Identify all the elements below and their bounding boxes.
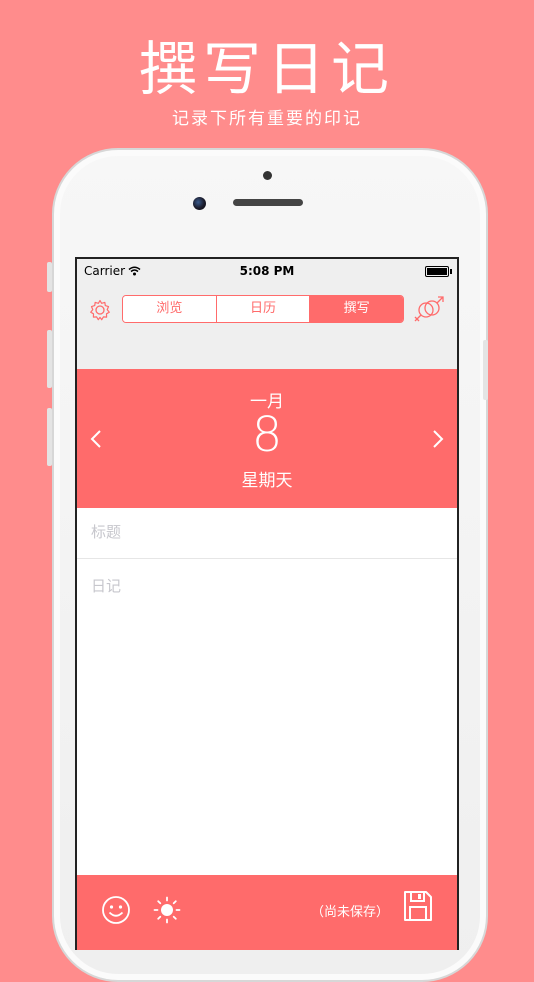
status-time: 5:08 PM (239, 264, 295, 278)
title-input[interactable] (89, 522, 433, 542)
nav-bar: 浏览 日历 撰写 (77, 283, 457, 369)
phone-speaker (233, 199, 303, 206)
title-field-row (77, 508, 457, 559)
gender-icon[interactable] (413, 295, 445, 325)
diary-body-area (77, 559, 457, 875)
day-number: 8 (251, 407, 283, 463)
app-screen: Carrier 5:08 PM 浏览 日历 撰写 一月 8 星期天 标题 日记 … (75, 257, 459, 950)
gear-icon[interactable] (89, 299, 111, 321)
status-bar: Carrier 5:08 PM (77, 259, 457, 283)
phone-volume-down (47, 408, 52, 466)
diary-body-input[interactable] (89, 573, 433, 867)
save-icon[interactable] (403, 890, 433, 922)
battery-icon (425, 266, 452, 277)
save-status-label: （尚未保存） (310, 905, 389, 920)
sun-icon[interactable] (153, 896, 181, 924)
phone-mute-switch (47, 262, 52, 292)
date-header: 一月 8 星期天 (77, 369, 457, 508)
chevron-right-icon[interactable] (431, 429, 445, 449)
weekday-label: 星期天 (241, 471, 293, 491)
phone-camera (193, 197, 206, 210)
phone-sensor (263, 171, 272, 180)
tab-write[interactable]: 撰写 (310, 296, 403, 322)
phone-volume-up (47, 330, 52, 388)
tab-browse[interactable]: 浏览 (123, 296, 217, 322)
phone-power-button (483, 340, 488, 400)
tab-calendar[interactable]: 日历 (216, 296, 311, 322)
hero-subtitle: 记录下所有重要的印记 (172, 109, 362, 129)
bottom-toolbar: （尚未保存） (77, 875, 457, 950)
smiley-icon[interactable] (101, 895, 131, 925)
hero-title: 撰写日记 (138, 35, 395, 103)
view-segmented-control: 浏览 日历 撰写 (122, 295, 404, 323)
